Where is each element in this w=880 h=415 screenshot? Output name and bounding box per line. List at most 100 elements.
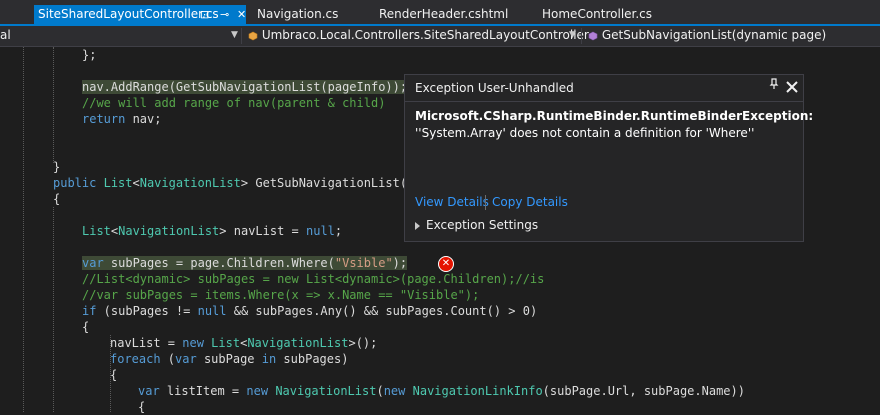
indent-guide	[23, 47, 25, 412]
tab-label: SiteSharedLayoutController.cs	[38, 7, 219, 21]
code-token: List	[103, 176, 133, 190]
member-label: GetSubNavigationList(dynamic page)	[601, 28, 827, 42]
code-token: NavigationList	[139, 176, 241, 190]
code-token: );	[392, 256, 408, 270]
divider	[241, 28, 242, 44]
code-line: nav.AddRange(GetSubNavigationList(pageIn…	[82, 79, 408, 95]
code-token: foreach	[110, 352, 161, 366]
code-token: new	[246, 384, 269, 398]
project-label: al	[0, 28, 11, 42]
tab-navigation[interactable]: Navigation.cs	[253, 5, 338, 24]
member-dropdown[interactable]: GetSubNavigationList(dynamic page)	[588, 26, 880, 45]
copy-details-link[interactable]: Copy Details	[492, 195, 568, 209]
error-icon[interactable]: ✕	[438, 256, 454, 272]
code-token: nav;	[125, 112, 162, 126]
code-token: > navList =	[219, 224, 306, 238]
code-token: //we will add range of nav(parent & chil…	[82, 96, 386, 110]
code-line: //List<dynamic> subPages = new List<dyna…	[82, 271, 544, 287]
code-token: NavigationList	[247, 336, 349, 350]
indent-guide	[53, 207, 55, 412]
code-token: > GetSubNavigationList(d	[240, 176, 415, 190]
code-token: if	[82, 304, 97, 318]
exception-message: ''System.Array' does not contain a defin…	[415, 126, 755, 140]
method-icon	[588, 31, 598, 40]
code-token: subPages)	[276, 352, 349, 366]
code-line: };	[82, 47, 96, 63]
tab-pin-icon[interactable]: ⊡	[200, 5, 209, 24]
tab-sitesharedlayoutcontroller[interactable]: SiteSharedLayoutController.cs ⊡ ⊸ ✕	[34, 5, 246, 24]
code-token: {	[110, 368, 118, 382]
code-token: >();	[348, 336, 378, 350]
exception-helper-popup: Exception User-Unhandled Microsoft.CShar…	[404, 74, 813, 242]
divider	[405, 101, 803, 102]
code-token: null	[306, 224, 335, 238]
code-line: navList = new List<NavigationList>();	[110, 335, 377, 351]
tab-keep-open-icon[interactable]: ⊸	[220, 5, 229, 24]
code-line: var listItem = new NavigationList(new Na…	[138, 383, 745, 399]
code-token: (	[376, 384, 384, 398]
tab-label: RenderHeader.cshtml	[379, 7, 509, 21]
indent-guide	[53, 47, 55, 163]
tab-renderheader[interactable]: RenderHeader.cshtml	[375, 5, 508, 24]
chevron-down-icon[interactable]: ▼	[569, 26, 576, 45]
code-line: {	[138, 399, 145, 415]
exception-settings-expander[interactable]: Exception Settings	[415, 218, 538, 232]
code-token: public	[53, 176, 97, 190]
code-token: List	[211, 336, 241, 350]
tab-label: HomeController.cs	[542, 7, 653, 21]
code-token: {	[53, 192, 61, 206]
code-line: //var subPages = items.Where(x => x.Name…	[82, 287, 479, 303]
code-token: return	[82, 112, 126, 126]
code-line: {	[82, 319, 89, 335]
tab-label: Navigation.cs	[257, 7, 339, 21]
pin-icon[interactable]	[769, 78, 779, 93]
class-dropdown[interactable]: Umbraco.Local.Controllers.SiteSharedLayo…	[248, 26, 589, 45]
divider	[581, 28, 582, 44]
code-token: && subPages.Any() && subPages.Count() > …	[226, 304, 538, 318]
code-token: null	[197, 304, 227, 318]
divider	[485, 195, 486, 210]
code-token: NavigationList	[118, 224, 220, 238]
code-token: new	[182, 336, 204, 350]
code-line: {	[53, 191, 60, 207]
class-label: Umbraco.Local.Controllers.SiteSharedLayo…	[261, 28, 589, 42]
code-token: }	[53, 160, 61, 174]
code-token: var	[175, 352, 197, 366]
code-line: }	[53, 159, 60, 175]
code-line: return nav;	[82, 111, 161, 127]
view-details-link[interactable]: View Details	[415, 195, 489, 209]
code-line: var subPages = page.Children.Where("Vsib…	[82, 255, 408, 271]
code-token: listItem =	[159, 384, 247, 398]
code-token: //List<dynamic> subPages = new List<dyna…	[82, 272, 545, 286]
document-tab-bar: SiteSharedLayoutController.cs ⊡ ⊸ ✕ Navi…	[0, 0, 880, 24]
code-token: <	[132, 176, 140, 190]
code-token: //var subPages = items.Where(x => x.Name…	[82, 288, 480, 302]
exception-type: Microsoft.CSharp.RuntimeBinder.RuntimeBi…	[415, 109, 814, 123]
code-token: List	[82, 224, 111, 238]
code-token: };	[82, 48, 97, 62]
close-icon[interactable]	[786, 76, 798, 97]
code-token: in	[261, 352, 277, 366]
code-line: if (subPages != null && subPages.Any() &…	[82, 303, 537, 319]
code-token: var	[138, 384, 160, 398]
tab-close-icon[interactable]: ✕	[237, 5, 246, 24]
code-token: NavigationList	[275, 384, 377, 398]
exception-settings-label: Exception Settings	[426, 218, 539, 232]
code-token: (subPages !=	[96, 304, 198, 318]
code-line: List<NavigationList> navList = null;	[82, 223, 342, 239]
code-token: new	[383, 384, 406, 398]
chevron-down-icon[interactable]: ▼	[231, 26, 238, 45]
class-icon	[248, 31, 258, 40]
code-token: "Vsible"	[334, 256, 393, 270]
code-token: ;	[334, 224, 343, 238]
code-line: //we will add range of nav(parent & chil…	[82, 95, 385, 111]
tab-homecontroller[interactable]: HomeController.cs	[538, 5, 652, 24]
code-line: public List<NavigationList> GetSubNaviga…	[53, 175, 414, 191]
code-token: (subPage.Url, subPage.Name))	[542, 384, 745, 398]
project-dropdown[interactable]: al	[0, 26, 240, 45]
code-line: foreach (var subPage in subPages)	[110, 351, 348, 367]
navigation-bar: al ▼ Umbraco.Local.Controllers.SiteShare…	[0, 26, 880, 47]
code-token: {	[82, 320, 90, 334]
